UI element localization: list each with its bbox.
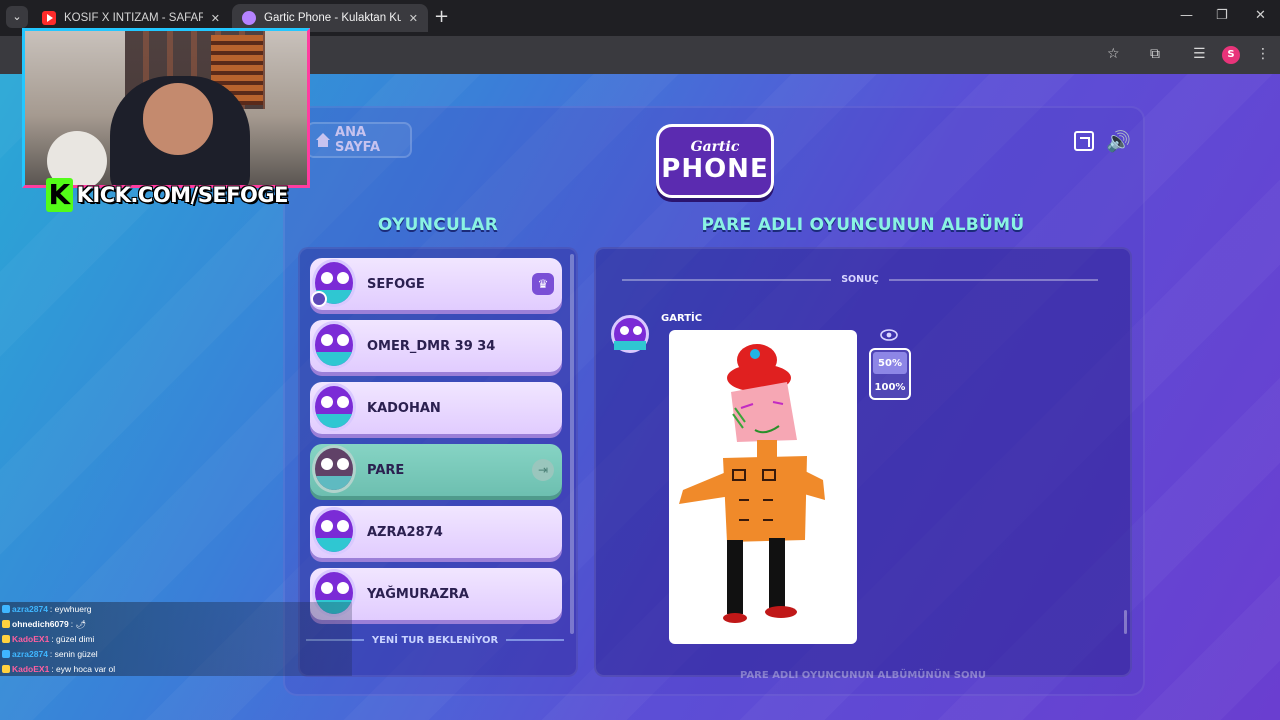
- chat-message: azra2874 : senin güzel: [2, 647, 98, 661]
- player-name: YAĞMURAZRA: [367, 586, 469, 602]
- player-card: OMER_DMR 39 34: [310, 320, 562, 372]
- kick-logo-icon: K: [46, 178, 73, 212]
- chat-username: azra2874: [12, 649, 48, 659]
- player-name: KADOHAN: [367, 400, 441, 416]
- chat-message: ohnedich6079 : 🌶: [2, 617, 86, 631]
- album-title: PARE ADLI OYUNCUNUN ALBÜMÜ: [701, 215, 1025, 235]
- player-card: SEFOGE ♛: [310, 258, 562, 310]
- kick-badge-icon: [2, 620, 10, 628]
- zoom-selector: 50% 100%: [869, 348, 911, 400]
- profile-avatar[interactable]: S: [1222, 46, 1240, 64]
- chat-text: : 🌶: [70, 618, 87, 629]
- zoom-option-100[interactable]: 100%: [871, 376, 909, 398]
- close-window-icon[interactable]: ✕: [1255, 8, 1266, 23]
- zoom-option-50[interactable]: 50%: [873, 352, 907, 374]
- youtube-icon: [42, 11, 56, 25]
- player-avatar: [312, 383, 356, 431]
- eye-icon[interactable]: [880, 328, 898, 342]
- kick-badge-icon: [2, 635, 10, 643]
- kick-banner: K KICK.COM/SEFOGE: [46, 178, 289, 212]
- bookmark-star-icon[interactable]: ☆: [1107, 46, 1120, 62]
- chat-text: : senin güzel: [49, 649, 98, 659]
- album-end-label: PARE ADLI OYUNCUNUN ALBÜMÜNÜN SONU: [740, 670, 986, 681]
- chat-username: KadoEX1: [12, 634, 50, 644]
- player-name: AZRA2874: [367, 524, 443, 540]
- chat-username: KadoEX1: [12, 664, 50, 674]
- result-divider: SONUÇ: [622, 274, 1098, 285]
- fullscreen-icon[interactable]: [1074, 131, 1094, 151]
- chat-message: KadoEX1 : eyw hoca var ol: [2, 662, 115, 676]
- home-icon: [316, 133, 331, 147]
- chat-message: azra2874 : eywhuerg: [2, 602, 92, 616]
- minimize-icon[interactable]: —: [1180, 8, 1193, 23]
- player-card: KADOHAN: [310, 382, 562, 434]
- chat-username: ohnedich6079: [12, 619, 69, 629]
- speaker-icon[interactable]: 🔊: [1106, 130, 1131, 152]
- home-button[interactable]: ANA SAYFA: [306, 122, 412, 158]
- close-tab-icon[interactable]: ✕: [409, 12, 418, 25]
- player-name: OMER_DMR 39 34: [367, 338, 496, 354]
- gartic-bot-avatar: [611, 315, 649, 353]
- chat-text: : güzel dimi: [51, 634, 95, 644]
- album-scrollbar[interactable]: [1124, 610, 1127, 634]
- player-card-left: PARE ⇥: [310, 444, 562, 496]
- media-control-icon[interactable]: ☰: [1193, 46, 1206, 62]
- more-menu-icon[interactable]: ⋮: [1256, 46, 1270, 62]
- logo-text-bottom: PHONE: [661, 154, 769, 184]
- tab-list-chevron-icon[interactable]: ⌄: [6, 6, 28, 28]
- tab-title: Gartic Phone - Kulaktan Kulağa: [264, 12, 401, 24]
- tab-title: KOSİF X İNTİZAM - SAFARİ ( O: [64, 12, 203, 24]
- drawing-card: [669, 330, 857, 644]
- player-avatar: [312, 507, 356, 555]
- new-tab-button[interactable]: +: [434, 8, 449, 26]
- player-avatar: [312, 445, 356, 493]
- gartic-icon: [242, 11, 256, 25]
- crown-icon: ♛: [532, 273, 554, 295]
- host-badge-icon: [311, 291, 327, 307]
- webcam-overlay: [22, 28, 310, 188]
- chat-text: : eywhuerg: [49, 604, 92, 614]
- exit-icon: ⇥: [532, 459, 554, 481]
- chat-message: KadoEX1 : güzel dimi: [2, 632, 94, 646]
- result-label: SONUÇ: [841, 274, 879, 285]
- chat-username: azra2874: [12, 604, 48, 614]
- waiting-label: YENİ TUR BEKLENİYOR: [371, 634, 499, 646]
- kick-badge-icon: [2, 650, 10, 658]
- gartic-phone-logo: Gartic PHONE: [656, 124, 774, 198]
- chat-text: : eyw hoca var ol: [51, 664, 116, 674]
- home-button-label: ANA SAYFA: [335, 125, 381, 155]
- player-name: SEFOGE: [367, 276, 425, 292]
- stream-chat-overlay: azra2874 : eywhuerg ohnedich6079 : 🌶 Kad…: [0, 602, 352, 676]
- close-tab-icon[interactable]: ✕: [211, 12, 220, 25]
- kick-badge-icon: [2, 605, 10, 613]
- player-name: PARE: [367, 462, 405, 478]
- kick-badge-icon: [2, 665, 10, 673]
- restore-icon[interactable]: ❐: [1216, 8, 1228, 23]
- player-avatar: [312, 321, 356, 369]
- logo-text-top: Gartic: [690, 139, 740, 155]
- player-drawing: [679, 344, 825, 623]
- extensions-icon[interactable]: ⧉: [1150, 46, 1160, 62]
- entry-author-label: GARTİC: [661, 313, 703, 324]
- player-card: AZRA2874: [310, 506, 562, 558]
- players-title: OYUNCULAR: [377, 215, 499, 235]
- players-scrollbar[interactable]: [570, 254, 574, 634]
- kick-url: KICK.COM/SEFOGE: [76, 183, 289, 207]
